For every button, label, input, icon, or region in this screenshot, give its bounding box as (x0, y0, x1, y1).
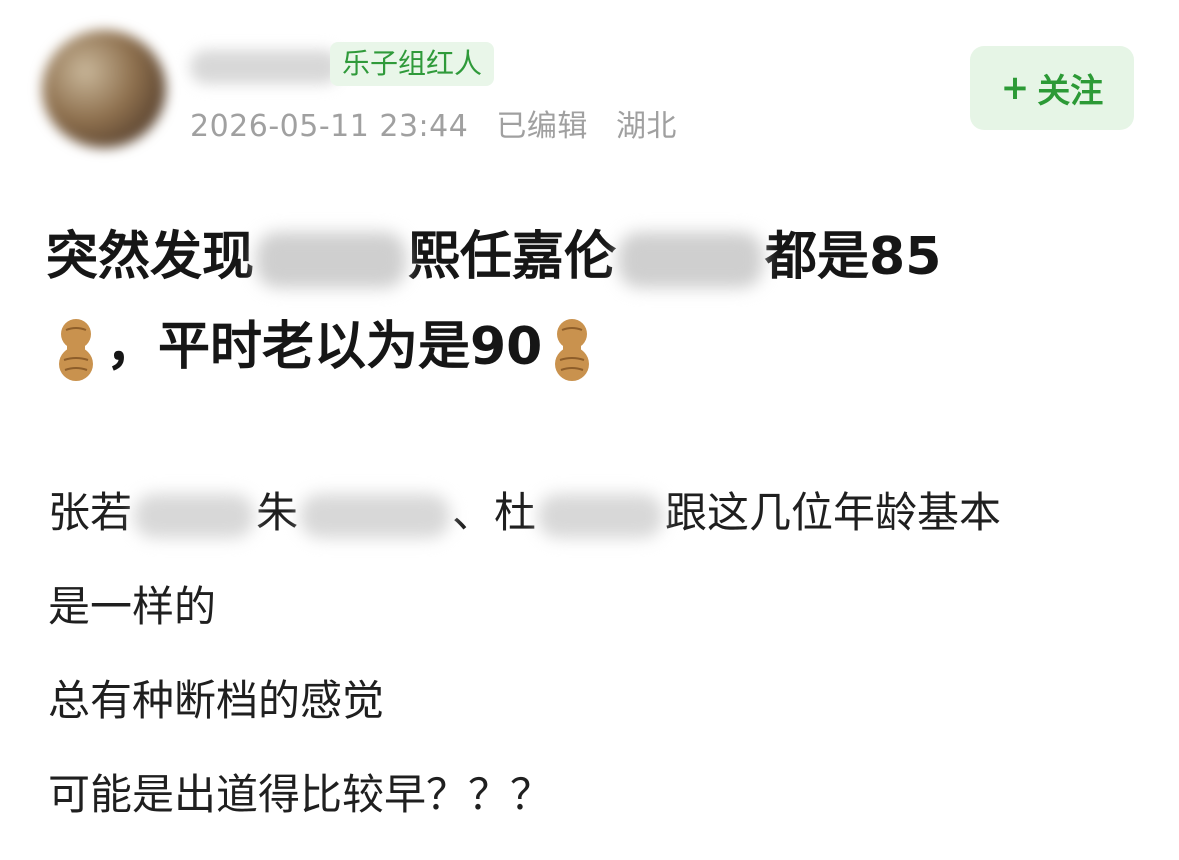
body-line-3: 总有种断档的感觉 (48, 676, 385, 725)
body-text-segment: 朱 (256, 488, 299, 537)
peanut-emoji-icon (555, 319, 590, 381)
body-line-4: 可能是出道得比较早？？？ (48, 770, 553, 819)
redacted-name (618, 232, 764, 288)
title-part-4: ，平时老以为是90 (106, 317, 543, 377)
body-text-segment: 、杜 (452, 488, 537, 537)
body-text-segment: 跟这几位年龄基本 (665, 488, 1002, 537)
peanut-emoji-icon (59, 319, 93, 381)
title-part-1: 突然发现 (46, 227, 255, 287)
redacted-name (538, 493, 664, 538)
edited-label: 已编辑 (496, 109, 588, 144)
follow-label: 关注 (1037, 71, 1104, 110)
post-body: 张若 朱 、杜 跟这几位年龄基本 是一样的 总有种断档的感觉 可能是出道得比较早？？？ (48, 466, 1138, 842)
user-badge: 乐子组红人 (330, 42, 495, 86)
timestamp: 2026-05-11 23:44 (190, 109, 469, 144)
post-header: 乐子组红人 2026-05-11 23:44 已编辑 湖北 + 关注 (0, 0, 1179, 170)
title-part-3: 都是85 (765, 227, 942, 287)
follow-button[interactable]: + 关注 (970, 46, 1134, 130)
post-title: 突然发现 熙任嘉伦 都是85 ，平时老以为是90 (46, 212, 1136, 392)
body-text-segment: 张若 (48, 488, 133, 537)
redacted-name (134, 493, 255, 538)
avatar[interactable] (42, 30, 166, 148)
title-part-2: 熙任嘉伦 (408, 227, 617, 287)
redacted-name (256, 232, 407, 288)
body-line-2: 是一样的 (48, 582, 217, 631)
plus-icon: + (1000, 68, 1030, 108)
username-redacted[interactable] (190, 50, 340, 84)
location: 湖北 (615, 109, 677, 144)
body-line-1: 张若 朱 、杜 跟这几位年龄基本 (48, 466, 1138, 560)
post-meta: 2026-05-11 23:44 已编辑 湖北 (190, 101, 695, 145)
redacted-name (300, 493, 451, 538)
